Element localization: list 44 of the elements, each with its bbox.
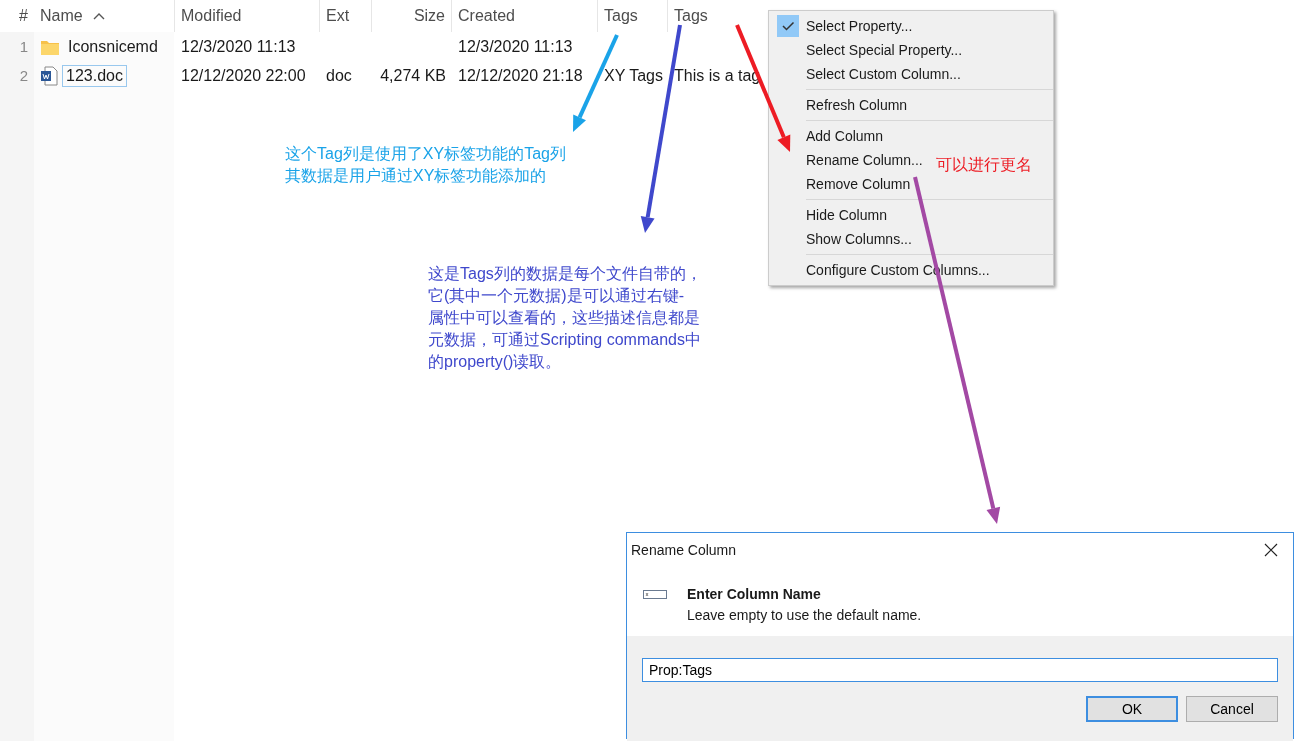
menu-item[interactable]: Remove Column [769, 172, 915, 196]
dialog-title: Rename Column [631, 542, 737, 558]
menu-item[interactable]: Refresh Column [769, 93, 912, 117]
annotation-text: 的property()读取。 [428, 352, 563, 372]
table-cell: 12/12/2020 21:18 [458, 66, 583, 85]
menu-item[interactable]: Select Property... [769, 14, 917, 38]
menu-item[interactable]: Show Columns... [769, 227, 916, 251]
sort-caret-icon [92, 12, 105, 20]
menu-item[interactable]: Select Custom Column... [769, 62, 965, 86]
annotation-text: 这个Tag列是使用了XY标签功能的Tag列 [285, 144, 566, 164]
menu-item[interactable]: Select Special Property... [769, 38, 967, 62]
menu-item[interactable]: Add Column [769, 124, 888, 148]
annotation-text: 元数据，可通过Scripting commands中 [428, 330, 702, 350]
file-name[interactable]: Iconsnicemd [64, 35, 162, 58]
column-name-input[interactable]: Prop:Tags [642, 658, 1278, 682]
file-name[interactable]: 123.doc [62, 64, 127, 87]
column-header[interactable]: Created [452, 0, 598, 32]
dialog-button[interactable]: Cancel [1186, 696, 1278, 722]
menu-item[interactable]: Rename Column... [769, 148, 927, 172]
table-cell: 4,274 KB [380, 66, 446, 85]
row-number: 1 [18, 38, 29, 55]
text-field-icon [643, 590, 667, 600]
dialog-heading: Enter Column Name [687, 586, 822, 602]
annotation-text: 属性中可以查看的，这些描述信息都是 [428, 308, 701, 328]
annotation-text: 可以进行更名 [936, 155, 1032, 175]
table-cell: 12/3/2020 11:13 [458, 37, 573, 56]
table-cell: XY Tags [604, 66, 663, 85]
column-header[interactable]: Size [372, 0, 452, 32]
column-header[interactable]: Ext [320, 0, 372, 32]
close-icon[interactable] [1264, 543, 1278, 557]
column-header[interactable]: Modified [175, 0, 320, 32]
row-number: 2 [18, 67, 29, 84]
annotation-text: 它(其中一个元数据)是可以通过右键- [428, 286, 685, 306]
column-header[interactable]: # [0, 0, 34, 32]
table-cell: 12/3/2020 11:13 [181, 37, 296, 56]
annotation-text: 这是Tags列的数据是每个文件自带的， [428, 264, 702, 284]
dialog-description: Leave empty to use the default name. [687, 607, 922, 623]
column-header[interactable]: Tags [598, 0, 668, 32]
word-document-icon [40, 65, 58, 86]
table-cell: 12/12/2020 22:00 [181, 66, 306, 85]
dialog-button[interactable]: OK [1086, 696, 1178, 722]
menu-item[interactable]: Hide Column [769, 203, 891, 227]
annotation-text: 其数据是用户通过XY标签功能添加的 [285, 166, 548, 186]
table-cell: doc [326, 66, 352, 85]
